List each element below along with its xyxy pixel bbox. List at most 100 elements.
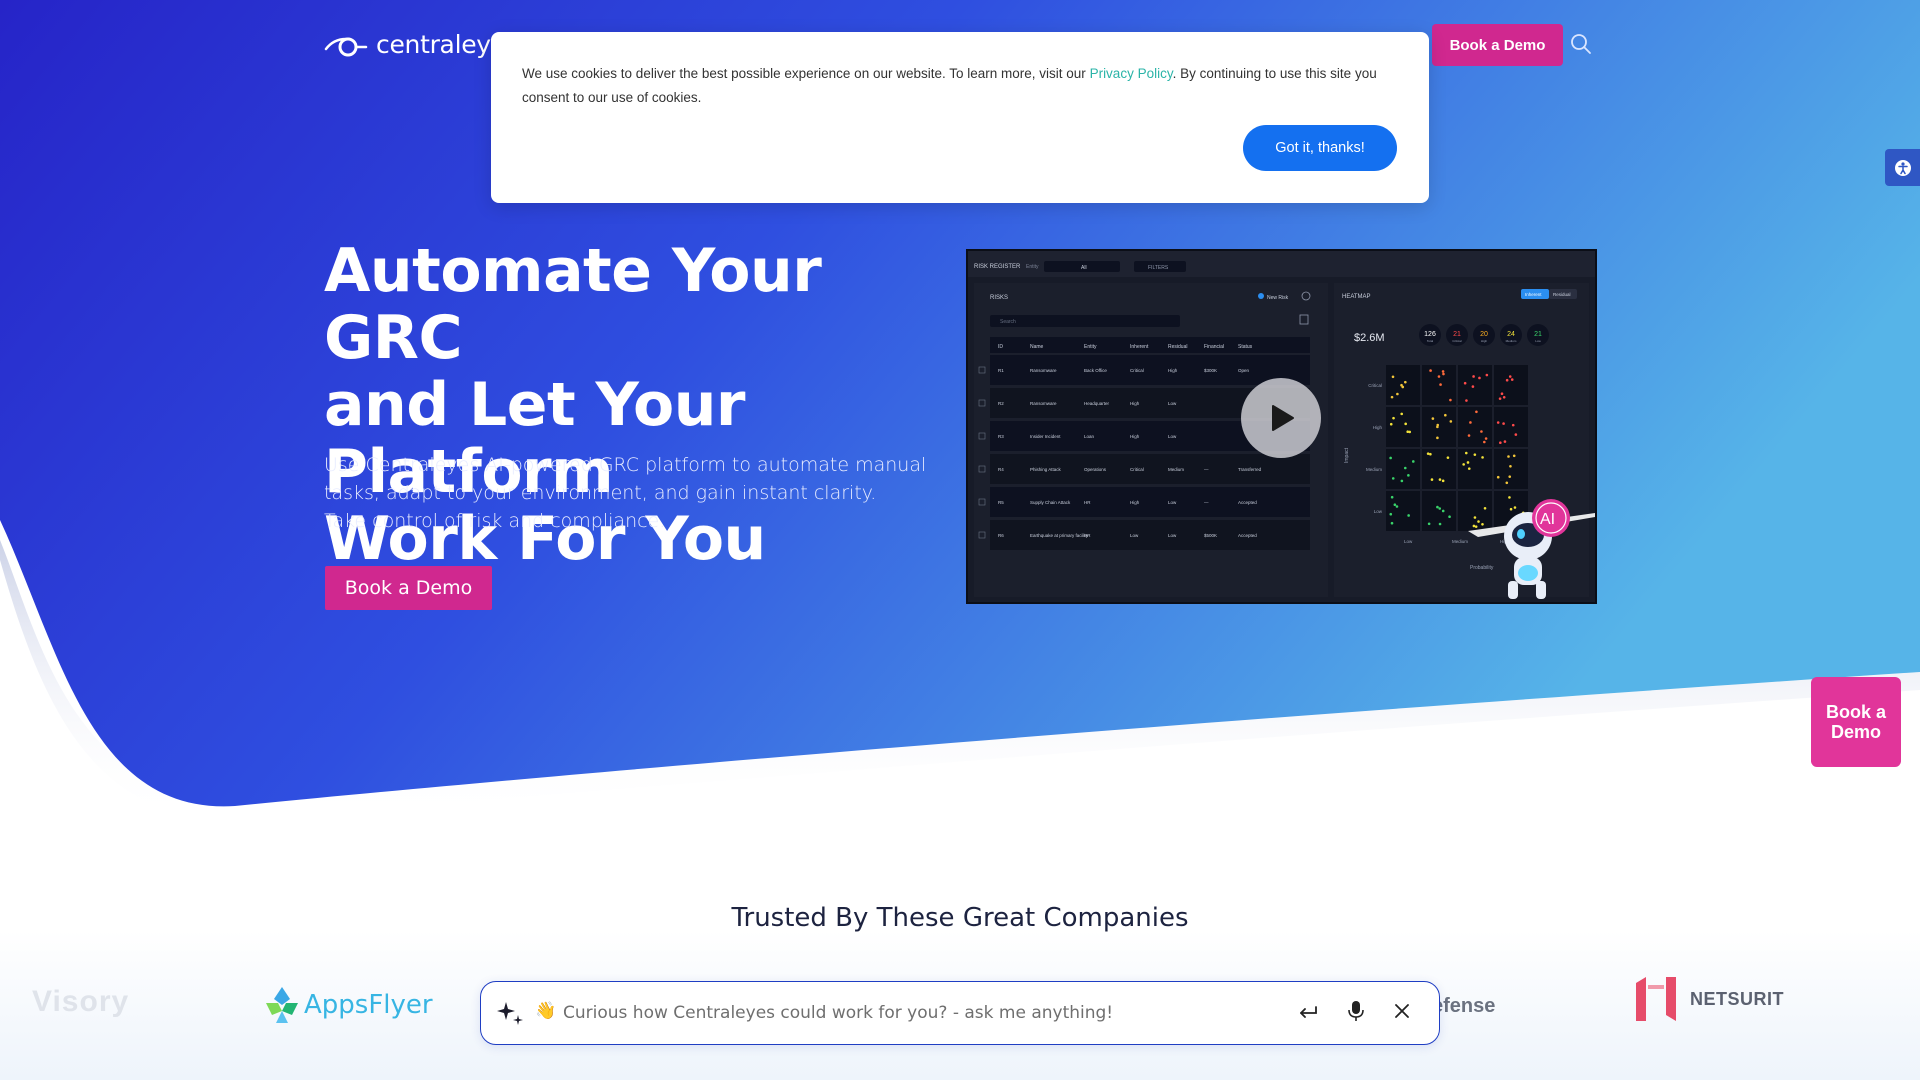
video-table-cell: $300K [1204,368,1217,373]
video-table-header: Residual [1168,344,1187,350]
heatmap-cell [1386,407,1420,447]
heatmap-x-label: Medium [1452,539,1468,544]
privacy-policy-link[interactable]: Privacy Policy [1090,66,1173,81]
heatmap-dot [1503,440,1507,443]
video-table-cell: Low [1168,500,1177,505]
video-table-cell: Loan [1084,434,1095,439]
trusted-title: Trusted By These Great Companies [731,903,1189,933]
chat-input[interactable] [561,997,1245,1029]
heatmap-dot [1391,477,1395,480]
heatmap-y-label: Critical [1368,383,1382,388]
ai-badge: AI [1540,511,1555,528]
heatmap-dot [1390,495,1394,499]
heatmap-dot [1498,397,1502,400]
heatmap-dot [1438,507,1442,510]
video-table-cell: Ransomware [1030,368,1057,373]
heatmap-dot [1478,376,1481,380]
heatmap-dot [1477,520,1480,523]
heatmap-dot [1400,479,1404,483]
heatmap-dot [1507,455,1510,458]
heatmap-dot [1502,395,1506,399]
heatmap-dot [1483,507,1487,510]
video-table-cell: High [1130,401,1140,406]
video-entity-value: All [1081,265,1087,271]
video-table-cell: Earthquake at primary facility [1030,533,1089,538]
visory-logo: Visory [32,985,130,1018]
video-table-cell: Low [1130,533,1139,538]
netsurit-logo: NETSURIT [1634,975,1784,1023]
header-book-demo-button[interactable]: Book a Demo [1432,24,1563,66]
heatmap-dot [1395,505,1399,508]
heatmap-dot [1473,516,1477,519]
heatmap-dot [1427,522,1431,526]
risk-count-value: 21 [1453,331,1461,338]
video-table-cell: R5 [998,500,1004,505]
appsflyer-logo: AppsFlyer [264,985,433,1025]
heatmap-cell [1422,449,1456,489]
video-probability-label: Probability [1470,565,1494,571]
hero-title-line: Automate Your GRC [324,236,822,373]
enter-icon[interactable] [1297,1001,1319,1023]
appsflyer-text: AppsFlyer [304,990,433,1020]
video-table-cell: Low [1168,434,1177,439]
heatmap-dot [1430,478,1434,481]
heatmap-dot [1480,430,1483,433]
heatmap-dot [1438,522,1442,526]
heatmap-dot [1441,509,1445,513]
microphone-icon[interactable] [1345,999,1367,1023]
floating-book-demo-button[interactable]: Book a Demo [1811,677,1901,767]
video-new-risk: New Risk [1267,295,1289,301]
video-table-header: Financial [1204,344,1224,350]
accessibility-button[interactable] [1885,149,1920,186]
heatmap-dot [1438,478,1442,481]
heatmap-dot [1505,481,1509,485]
heatmap-dot [1496,421,1500,424]
heatmap-dot [1512,454,1516,458]
netsurit-text: NETSURIT [1690,988,1784,1009]
heatmap-dot [1514,433,1518,436]
video-table-cell: R1 [998,368,1004,373]
video-total-value: $2.6M [1354,332,1385,344]
heatmap-dot [1407,514,1410,517]
heatmap-dot [1436,505,1439,509]
video-table-cell: HR [1084,500,1091,505]
close-icon[interactable] [1393,1002,1411,1020]
heatmap-cell [1422,491,1456,531]
risk-count-label: High [1481,339,1488,343]
hero-book-demo-button[interactable]: Book a Demo [325,566,492,610]
heatmap-cell [1494,407,1528,447]
cookie-accept-button[interactable]: Got it, thanks! [1243,125,1397,171]
video-table-cell: Accepted [1238,500,1257,505]
play-video-button[interactable] [1241,378,1321,458]
search-icon[interactable] [1570,33,1592,60]
heatmap-dot [1392,416,1395,420]
heatmap-dot [1466,461,1470,464]
heatmap-dot [1513,506,1517,509]
site-logo[interactable]: centraleyes [324,30,519,59]
video-table-cell: R2 [998,401,1004,406]
heatmap-dot [1441,370,1445,373]
sparkle-icon [497,1002,523,1025]
heatmap-dot [1499,441,1502,444]
heatmap-dot [1473,453,1477,456]
video-table-header: Status [1238,344,1253,350]
video-table-header: Inherent [1130,344,1149,350]
heatmap-y-label: High [1373,425,1383,430]
heatmap-dot [1496,475,1500,479]
play-icon [1272,405,1294,431]
heatmap-dot [1426,452,1430,455]
hero-subtitle-line: tasks, adapt to your environment, and ga… [324,482,877,504]
video-table-cell: Back Office [1084,368,1107,373]
heatmap-dot [1471,385,1475,388]
risk-count-label: Total [1427,339,1434,343]
heatmap-dot [1400,383,1403,387]
hero-subtitle-line: Use Centraleyes AI-powered GRC platform … [324,454,927,476]
heatmap-cell [1494,449,1528,489]
video-table-header: Entity [1084,344,1097,350]
heatmap-dot [1472,375,1475,378]
video-table-cell: HR [1084,533,1091,538]
heatmap-dot [1510,378,1514,381]
cookie-text-before: We use cookies to deliver the best possi… [522,66,1090,81]
heatmap-dot [1446,456,1450,459]
ai-chat-bar: 👋 [480,981,1440,1045]
